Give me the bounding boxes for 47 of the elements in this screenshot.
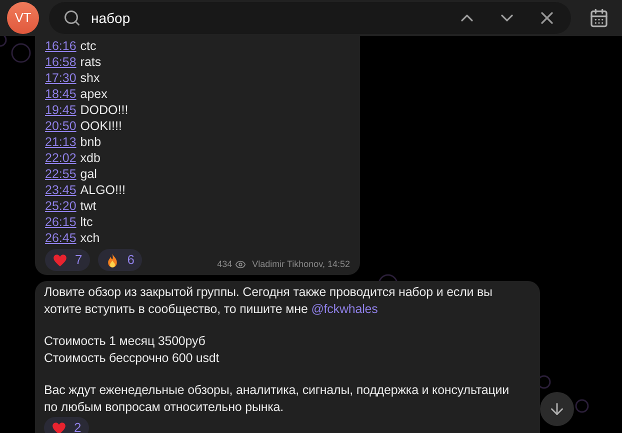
timestamp-link[interactable]: 26:15 (45, 214, 76, 230)
message-text: Стоимость бессрочно 600 usdt (44, 350, 220, 366)
schedule-text: shx (80, 70, 100, 86)
schedule-text: ctc (80, 38, 96, 54)
calendar-icon[interactable] (589, 8, 609, 28)
schedule-text: DODO!!! (80, 102, 128, 118)
timestamp-link[interactable]: 25:20 (45, 198, 76, 214)
schedule-text: bnb (80, 134, 102, 150)
timestamp-link[interactable]: 17:30 (45, 70, 76, 86)
reaction-button[interactable]: 2 (44, 417, 90, 433)
schedule-text: ltc (80, 214, 93, 230)
reaction-button[interactable]: 6 (98, 249, 142, 271)
search-icon (63, 9, 81, 27)
username-link[interactable]: @fckwhales (311, 302, 378, 316)
timestamp-link[interactable]: 22:55 (45, 166, 76, 182)
schedule-text: xch (80, 230, 100, 246)
eye-icon (235, 258, 246, 270)
message-author-time: Vladimir Tikhonov, 14:52 (252, 258, 350, 270)
timestamp-link[interactable]: 16:58 (45, 54, 76, 70)
timestamp-link[interactable]: 18:45 (45, 86, 76, 102)
timestamp-link[interactable]: 21:13 (45, 134, 76, 150)
message-text: Стоимость 1 месяц 3500руб (44, 333, 206, 350)
message-text: Вас ждут еженедельные обзоры, аналитика, сигналы, поддержка и консультации по любым вопросам относительно рынка. (44, 382, 510, 415)
heart-icon (53, 254, 67, 266)
flame-icon (106, 252, 120, 268)
timestamp-link[interactable]: 26:45 (45, 230, 76, 246)
schedule-text: rats (80, 54, 102, 70)
timestamp-link[interactable]: 19:45 (45, 102, 76, 118)
arrow-down-icon (548, 400, 566, 418)
schedule-text: OOKI!!! (80, 118, 122, 134)
timestamp-link[interactable]: 23:45 (45, 182, 76, 198)
schedule-text: xdb (80, 150, 100, 166)
scroll-down-button[interactable] (540, 392, 574, 426)
schedule-text: apex (80, 86, 108, 102)
reaction-button[interactable]: 7 (45, 249, 90, 271)
search-input[interactable]: набор (91, 8, 447, 28)
timestamp-link[interactable]: 16:16 (45, 38, 76, 54)
timestamp-link[interactable]: 22:02 (45, 150, 76, 166)
timestamp-link[interactable]: 20:50 (45, 118, 76, 134)
avatar[interactable]: VT (7, 2, 39, 34)
schedule-text: twt (80, 198, 96, 214)
search-field[interactable]: набор (49, 2, 571, 34)
schedule-text: gal (80, 166, 97, 182)
view-count: 434 (217, 258, 232, 270)
heart-icon (52, 422, 66, 433)
schedule-text: ALGO!!! (80, 182, 126, 198)
message-text: Ловите обзор из закрытой группы. Сегодня также проводится набор и если вы хотите вступить в сообщество, то пишите мне @fckwhales (44, 284, 494, 317)
